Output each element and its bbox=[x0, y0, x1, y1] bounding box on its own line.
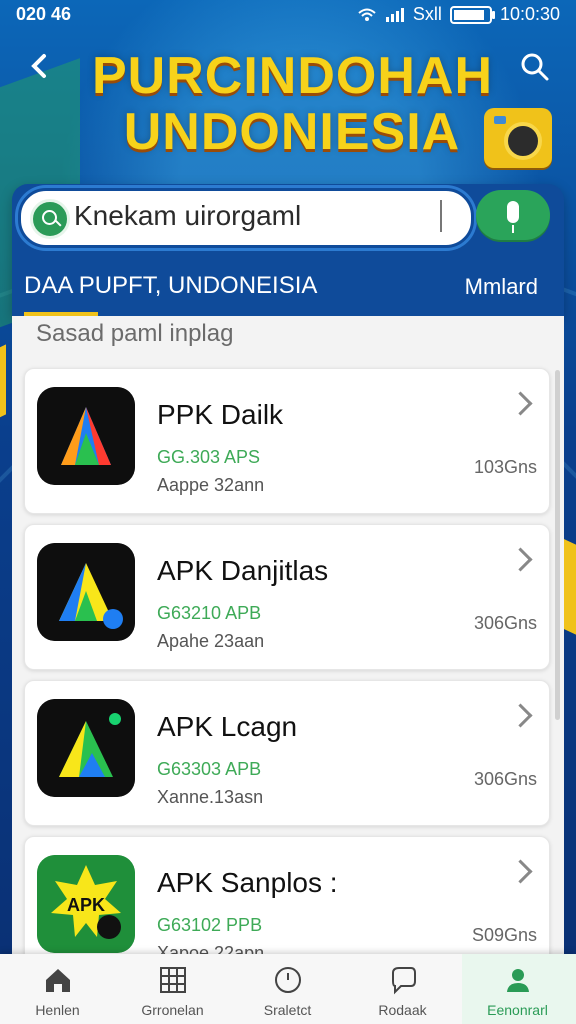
status-left-text: 020 46 bbox=[16, 4, 72, 24]
arrow-left-icon bbox=[31, 54, 46, 78]
app-logo-text: APK bbox=[67, 895, 105, 915]
app-stat: 306Gns bbox=[473, 769, 537, 789]
status-time: 10:0:30 bbox=[499, 4, 560, 24]
app-name: PPK Dailk bbox=[157, 399, 284, 430]
nav-label: Eenonrarl bbox=[487, 1002, 548, 1018]
text-cursor bbox=[440, 200, 442, 232]
nav-label: Sraletct bbox=[263, 1002, 312, 1018]
app-logo bbox=[37, 543, 135, 641]
nav-item-clock[interactable]: Sraletct bbox=[230, 954, 345, 1024]
microphone-icon bbox=[507, 201, 519, 233]
app-logo: APK bbox=[37, 855, 135, 953]
app-stat: 306Gns bbox=[473, 613, 537, 633]
apk-dark-icon bbox=[37, 387, 135, 485]
search-button[interactable] bbox=[518, 50, 552, 84]
battery-fill bbox=[453, 9, 484, 20]
nav-item-profile[interactable]: Eenonrarl bbox=[460, 954, 575, 1024]
nav-label: Grronelan bbox=[141, 1002, 204, 1018]
grid-icon bbox=[160, 967, 186, 993]
wifi-icon bbox=[358, 8, 376, 21]
background-wedge bbox=[0, 344, 6, 426]
app-logo bbox=[37, 699, 135, 797]
search-icon bbox=[521, 53, 549, 81]
apk-dark-icon bbox=[37, 543, 135, 641]
app-name: APK Sanplos : bbox=[157, 867, 338, 898]
page-title: PURCINDOHAH UNDONIESIA bbox=[92, 48, 492, 160]
back-button[interactable] bbox=[24, 50, 56, 82]
app-meta: G63303 APB bbox=[157, 759, 262, 779]
search-field-icon bbox=[30, 199, 70, 239]
title-line-2: UNDONIESIA bbox=[123, 103, 461, 161]
apk-dark-icon bbox=[37, 699, 135, 797]
app-sub: Apahe 23aan bbox=[157, 631, 265, 651]
app-logo bbox=[37, 387, 135, 485]
tab-more[interactable]: Mmlard bbox=[465, 274, 538, 300]
home-icon bbox=[46, 969, 70, 992]
carrier-text: Sxll bbox=[412, 4, 442, 24]
app-card[interactable]: PPK Dailk GG.303 APS Aappe 32ann 103Gns bbox=[24, 368, 550, 514]
app-meta: GG.303 APS bbox=[157, 447, 261, 467]
chevron-right-icon[interactable] bbox=[508, 703, 533, 728]
app-name: APK Danjitlas bbox=[157, 555, 329, 586]
app-stat: S09Gns bbox=[471, 925, 537, 945]
clock-icon bbox=[275, 967, 301, 993]
app-sub: Xanne.13asn bbox=[157, 787, 264, 807]
signal-icon bbox=[385, 7, 404, 22]
app-name: APK Lcagn bbox=[157, 711, 298, 742]
nav-item-home[interactable]: Henlen bbox=[0, 954, 115, 1024]
camera-icon bbox=[484, 108, 552, 168]
app-stat: 103Gns bbox=[473, 457, 537, 477]
app-meta: G63210 APB bbox=[157, 603, 262, 623]
status-right: Sxll 10:0:30 bbox=[357, 4, 560, 25]
search-input[interactable] bbox=[72, 197, 436, 235]
voice-search-button[interactable] bbox=[476, 190, 550, 240]
camera-lens bbox=[504, 122, 542, 160]
camera-flash bbox=[494, 116, 506, 124]
title-line-1: PURCINDOHAH bbox=[92, 47, 493, 105]
app-meta: G63102 PPB bbox=[157, 915, 263, 935]
chevron-right-icon[interactable] bbox=[508, 859, 533, 884]
section-heading: Sasad paml inplag bbox=[36, 320, 234, 347]
tab-active[interactable]: DAA PUPFT, UNDONEISIA bbox=[24, 272, 317, 300]
battery-icon bbox=[449, 5, 495, 24]
apk-green-icon: APK bbox=[37, 855, 135, 953]
scrollbar[interactable] bbox=[555, 370, 560, 720]
app-card[interactable]: APK Lcagn G63303 APB Xanne.13asn 306Gns bbox=[24, 680, 550, 826]
app-card[interactable]: APK Danjitlas G63210 APB Apahe 23aan 306… bbox=[24, 524, 550, 670]
nav-item-chat[interactable]: Rodaak bbox=[345, 954, 460, 1024]
nav-item-grid[interactable]: Grronelan bbox=[115, 954, 230, 1024]
chevron-right-icon[interactable] bbox=[508, 547, 533, 572]
app-sub: Aappe 32ann bbox=[157, 475, 265, 495]
status-bar: 020 46 Sxll 10:0:30 bbox=[0, 0, 576, 30]
user-icon bbox=[507, 969, 529, 992]
chevron-right-icon[interactable] bbox=[508, 391, 533, 416]
nav-label: Rodaak bbox=[378, 1002, 427, 1018]
chat-icon bbox=[392, 967, 416, 995]
nav-label: Henlen bbox=[35, 1002, 80, 1018]
